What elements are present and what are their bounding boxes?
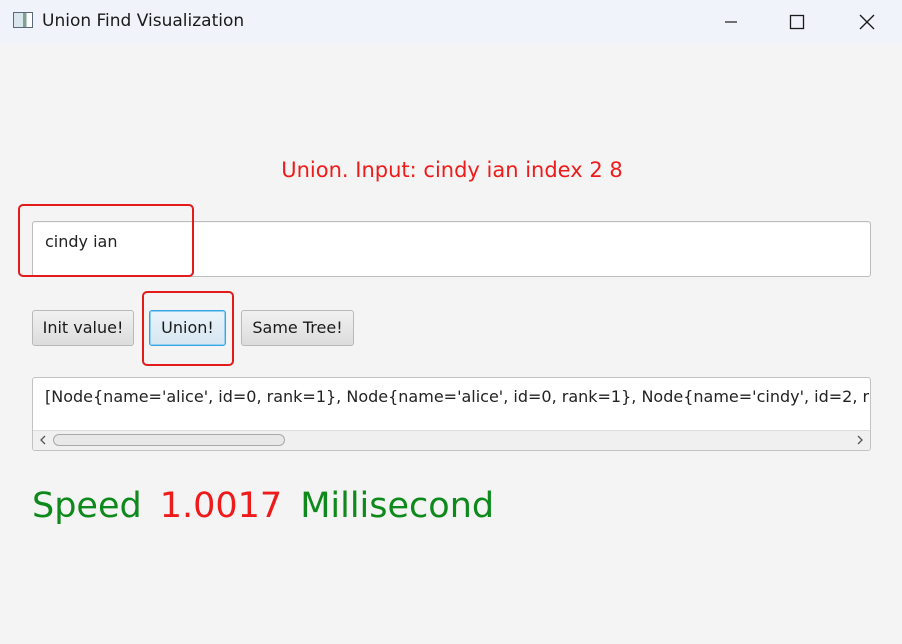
same-tree-button[interactable]: Same Tree! [241,310,354,346]
speed-unit: Millisecond [300,486,495,526]
speed-label: Speed [32,486,142,526]
name-input-value: cindy ian [45,232,118,251]
close-icon [859,14,875,30]
speed-value: 1.0017 [159,486,283,526]
name-input[interactable] [32,221,871,277]
output-text-area[interactable]: [Node{name='alice', id=0, rank=1}, Node{… [32,377,871,451]
maximize-button[interactable] [774,0,820,44]
maximize-icon [789,14,805,30]
init-value-button[interactable]: Init value! [32,310,134,346]
scroll-right-icon[interactable] [854,434,866,446]
title-bar[interactable]: Union Find Visualization [0,0,902,44]
scroll-thumb[interactable] [53,434,285,446]
minimize-button[interactable] [708,0,754,44]
status-message: Union. Input: cindy ian index 2 8 [281,158,623,182]
close-button[interactable] [844,0,890,44]
minimize-icon [725,21,737,23]
horizontal-scrollbar[interactable] [33,430,870,450]
app-icon [13,12,33,28]
app-window: Union Find Visualization Union. Input: c… [0,0,902,644]
output-text: [Node{name='alice', id=0, rank=1}, Node{… [45,387,871,406]
union-button[interactable]: Union! [149,310,226,346]
speed-readout: Speed 1.0017 Millisecond [32,486,494,530]
window-title: Union Find Visualization [42,11,245,31]
scroll-left-icon[interactable] [37,434,49,446]
